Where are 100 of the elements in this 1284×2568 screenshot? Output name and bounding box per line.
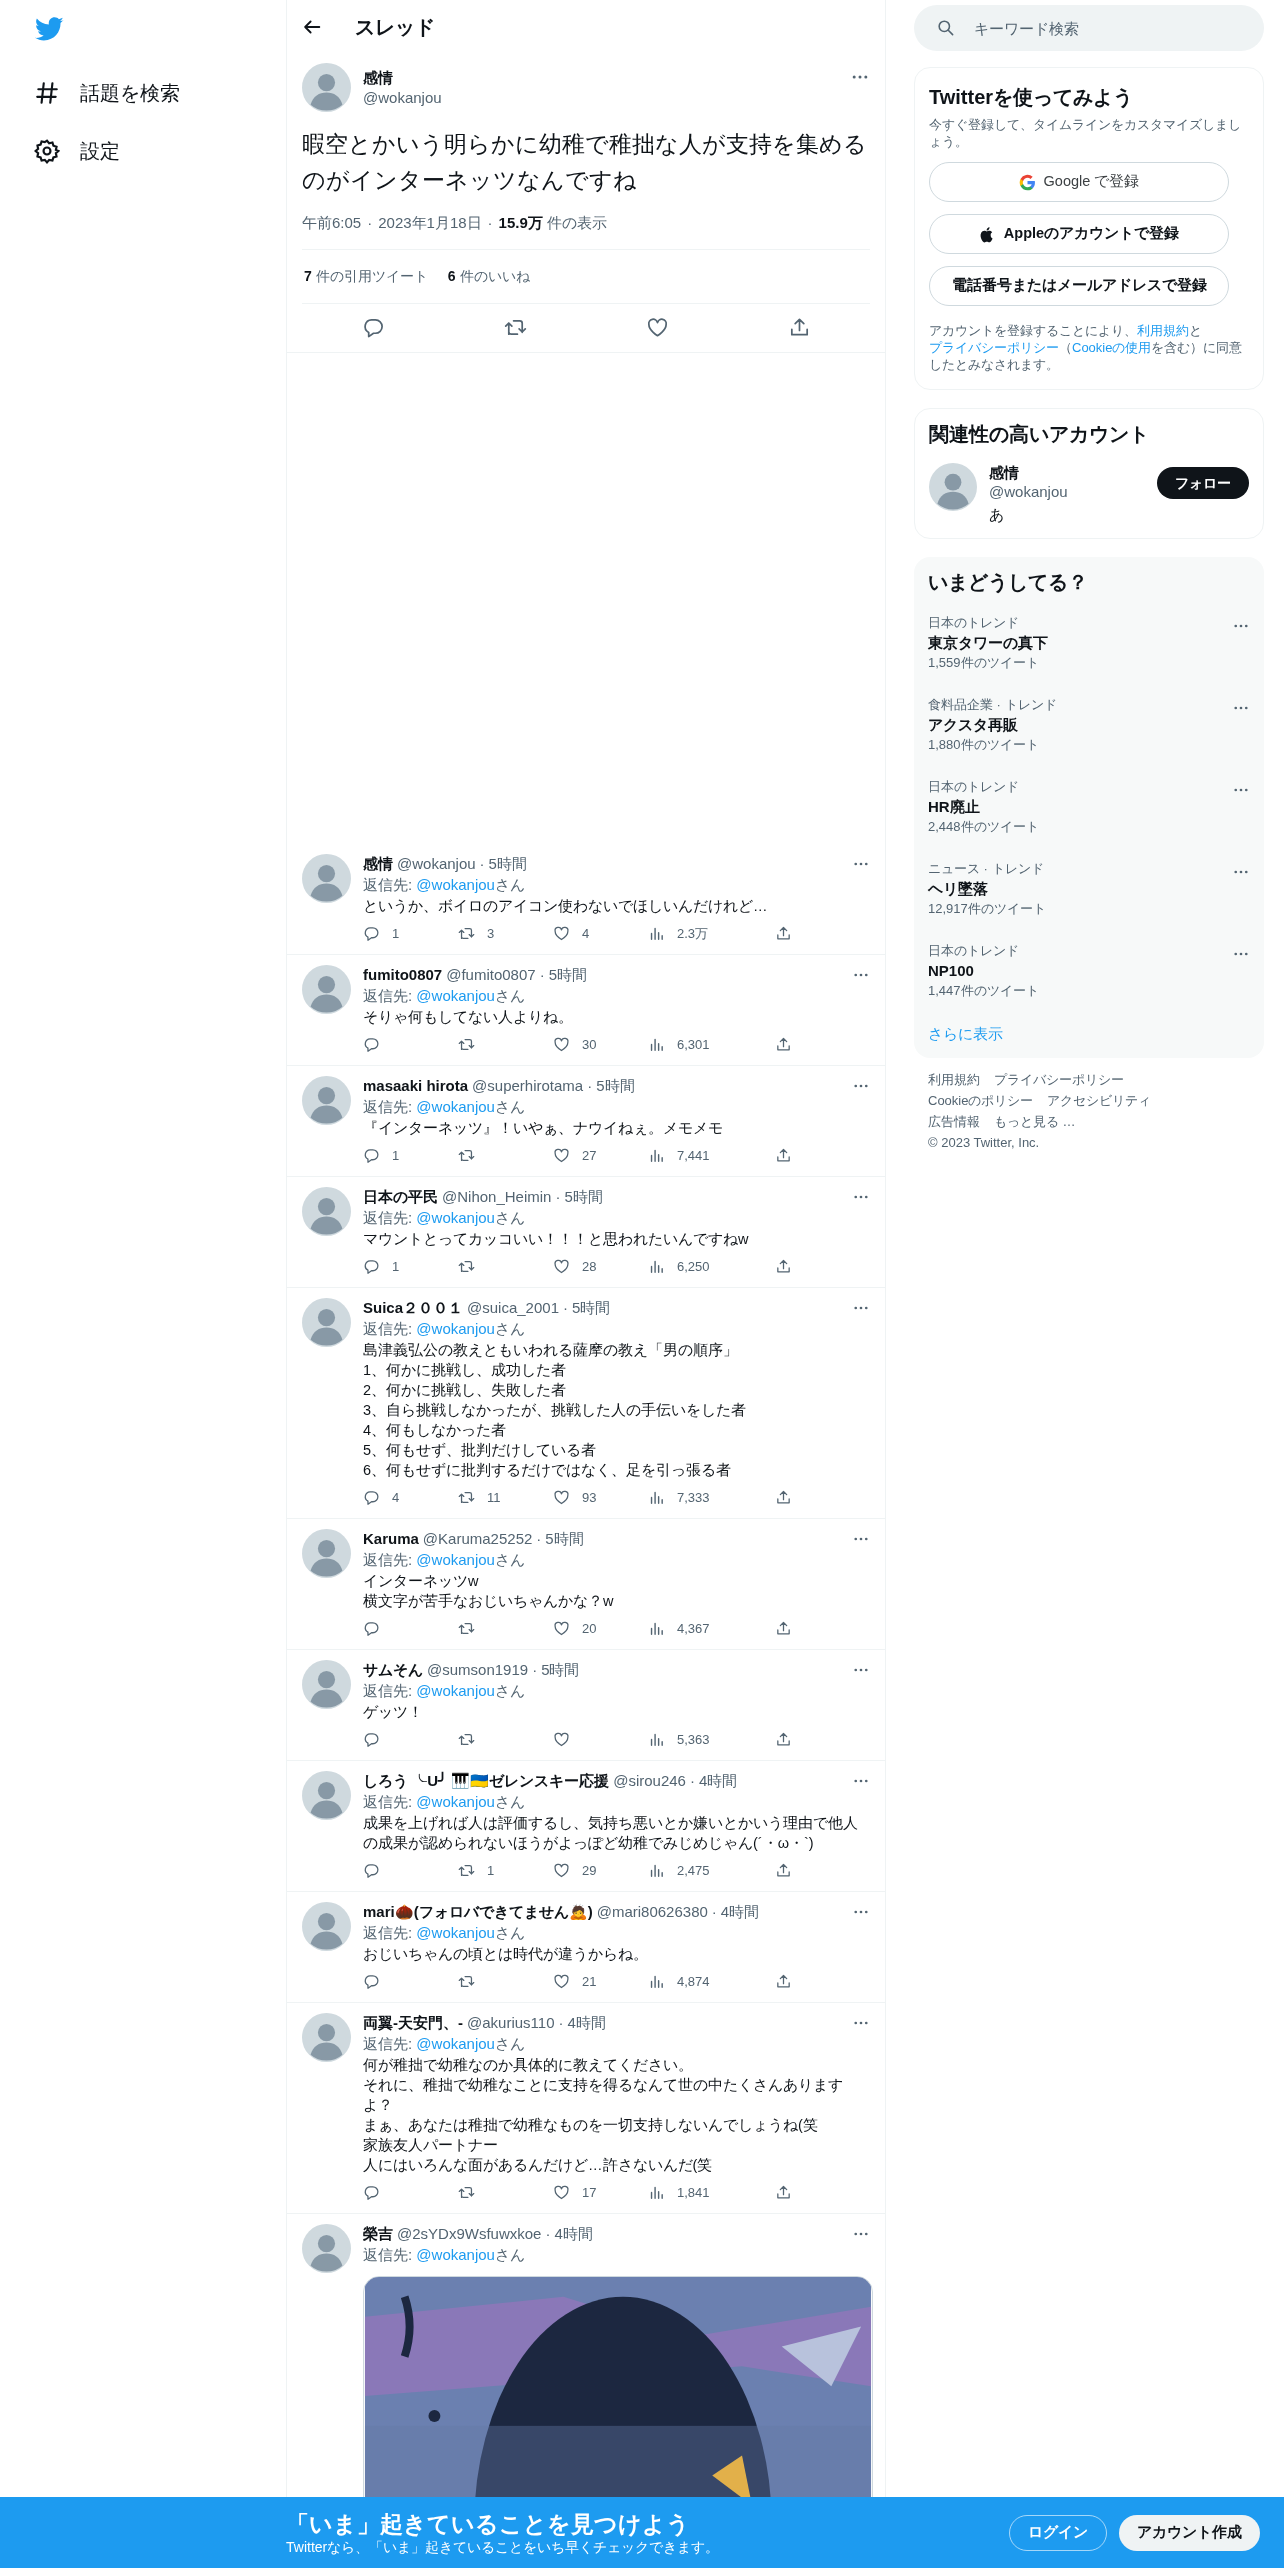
account-name[interactable]: 感情 bbox=[989, 463, 1019, 482]
reply-button[interactable] bbox=[363, 1862, 380, 1879]
author-name[interactable]: サムそん bbox=[363, 1659, 423, 1680]
share-icon[interactable] bbox=[775, 2184, 792, 2201]
reply-button[interactable]: 1 bbox=[363, 1145, 400, 1166]
quote-tweets-link[interactable]: 7 件の引用ツイート bbox=[304, 265, 428, 287]
like-button[interactable]: 27 bbox=[553, 1145, 597, 1166]
reply-button[interactable] bbox=[363, 1620, 380, 1637]
retweet-button[interactable] bbox=[458, 1973, 475, 1990]
like-icon[interactable] bbox=[645, 316, 669, 339]
views-button[interactable]: 2,475 bbox=[648, 1860, 710, 1881]
author-name[interactable]: Karuma bbox=[363, 1528, 419, 1549]
footer-link[interactable]: もっと見る … bbox=[994, 1111, 1076, 1131]
reply-icon[interactable] bbox=[361, 316, 385, 339]
retweet-button[interactable] bbox=[458, 1620, 475, 1637]
views-button[interactable]: 5,363 bbox=[648, 1729, 710, 1750]
share-icon[interactable] bbox=[775, 925, 792, 942]
footer-link[interactable]: プライバシーポリシー bbox=[994, 1069, 1124, 1089]
tweet-time[interactable]: 5時間 bbox=[488, 853, 527, 874]
retweet-button[interactable]: 11 bbox=[458, 1487, 501, 1508]
like-button[interactable] bbox=[553, 1731, 570, 1748]
author-name[interactable]: 両翼-天安門、- bbox=[363, 2012, 463, 2033]
tweet-time[interactable]: 4時間 bbox=[554, 2223, 593, 2244]
trend-item[interactable]: 日本のトレンド 東京タワーの真下 1,559件のツイート bbox=[914, 605, 1264, 687]
share-icon[interactable] bbox=[775, 1862, 792, 1879]
tweet-time[interactable]: 5時間 bbox=[572, 1297, 611, 1318]
share-icon[interactable] bbox=[775, 1620, 792, 1637]
trend-item[interactable]: 日本のトレンド NP100 1,447件のツイート bbox=[914, 933, 1264, 1015]
views-button[interactable]: 4,367 bbox=[648, 1618, 710, 1639]
tweet-date[interactable]: 2023年1月18日 bbox=[378, 212, 482, 235]
views-button[interactable]: 7,441 bbox=[648, 1145, 710, 1166]
share-icon[interactable] bbox=[775, 1731, 792, 1748]
author-handle[interactable]: @wokanjou bbox=[363, 87, 442, 108]
tweet-time[interactable]: 午前6:05 bbox=[302, 212, 362, 235]
like-button[interactable]: 28 bbox=[553, 1256, 597, 1277]
retweet-button[interactable] bbox=[458, 1036, 475, 1053]
views-button[interactable]: 2.3万 bbox=[648, 923, 709, 944]
share-icon[interactable] bbox=[775, 1489, 792, 1506]
share-icon[interactable] bbox=[775, 1036, 792, 1053]
author-handle[interactable]: @sumson1919 bbox=[427, 1659, 529, 1680]
author-handle[interactable]: @fumito0807 bbox=[446, 964, 536, 985]
reply-button[interactable]: 1 bbox=[363, 1256, 400, 1277]
like-button[interactable]: 29 bbox=[553, 1860, 597, 1881]
likes-link[interactable]: 6 件のいいね bbox=[447, 265, 530, 287]
footer-link[interactable]: 利用規約 bbox=[928, 1069, 980, 1089]
author-handle[interactable]: @sirou246 bbox=[613, 1770, 686, 1791]
author-name[interactable]: Suica２００１ bbox=[363, 1297, 464, 1318]
like-button[interactable]: 4 bbox=[553, 923, 590, 944]
tweet-time[interactable]: 5時間 bbox=[548, 964, 587, 985]
trend-item[interactable]: 食料品企業 · トレンド アクスタ再販 1,880件のツイート bbox=[914, 687, 1264, 769]
tweet-time[interactable]: 4時間 bbox=[720, 1901, 760, 1922]
signup-button[interactable]: アカウント作成 bbox=[1119, 2514, 1260, 2551]
like-button[interactable]: 30 bbox=[553, 1034, 597, 1055]
retweet-button[interactable] bbox=[458, 1147, 475, 1164]
views-button[interactable]: 1,841 bbox=[648, 2182, 710, 2203]
footer-link[interactable]: Cookieのポリシー bbox=[928, 1090, 1034, 1110]
author-name[interactable]: しろう ╰U╯ 🎹🇺🇦ゼレンスキー応援 bbox=[363, 1770, 610, 1791]
tweet-time[interactable]: 4時間 bbox=[567, 2012, 606, 2033]
share-icon[interactable] bbox=[775, 1258, 792, 1275]
author-name[interactable]: masaaki hirota bbox=[363, 1075, 469, 1096]
footer-link[interactable]: 広告情報 bbox=[928, 1111, 980, 1131]
follow-button[interactable]: フォロー bbox=[1157, 467, 1249, 499]
footer-link[interactable]: アクセシビリティ bbox=[1047, 1090, 1152, 1110]
search-field[interactable]: キーワード検索 bbox=[914, 5, 1264, 51]
views-button[interactable]: 6,301 bbox=[648, 1034, 710, 1055]
author-handle[interactable]: @Karuma25252 bbox=[422, 1528, 533, 1549]
author-handle[interactable]: @suica_2001 bbox=[467, 1297, 559, 1318]
like-button[interactable]: 21 bbox=[553, 1971, 597, 1992]
author-handle[interactable]: @2sYDx9Wsfuwxkoe bbox=[397, 2223, 542, 2244]
account-handle[interactable]: @wokanjou bbox=[989, 482, 1068, 501]
trend-item[interactable]: 日本のトレンド HR廃止 2,448件のツイート bbox=[914, 769, 1264, 851]
reply-button[interactable]: 4 bbox=[363, 1487, 400, 1508]
author-name[interactable]: mari🌰(フォロバできてません🙇) bbox=[363, 1901, 593, 1922]
retweet-button[interactable] bbox=[458, 1731, 475, 1748]
tweet-time[interactable]: 5時間 bbox=[545, 1528, 584, 1549]
views-button[interactable]: 4,874 bbox=[648, 1971, 710, 1992]
author-handle[interactable]: @wokanjou bbox=[397, 853, 476, 874]
author-handle[interactable]: @akurius110 bbox=[467, 2012, 555, 2033]
author-name[interactable]: 感情 bbox=[363, 67, 393, 88]
reply-button[interactable] bbox=[363, 2184, 380, 2201]
views-button[interactable]: 6,250 bbox=[648, 1256, 710, 1277]
retweet-button[interactable]: 3 bbox=[458, 923, 495, 944]
share-icon[interactable] bbox=[775, 1973, 792, 1990]
share-icon[interactable] bbox=[775, 1147, 792, 1164]
nav-link[interactable]: 設定 bbox=[22, 122, 132, 180]
tweet-time[interactable]: 5時間 bbox=[596, 1075, 635, 1096]
author-name[interactable]: fumito0807 bbox=[363, 964, 443, 985]
author-name[interactable]: 日本の平民 bbox=[363, 1186, 438, 1207]
author-handle[interactable]: @superhirotama bbox=[472, 1075, 584, 1096]
reply-button[interactable] bbox=[363, 1973, 380, 1990]
retweet-button[interactable]: 1 bbox=[458, 1860, 495, 1881]
tweet-time[interactable]: 5時間 bbox=[541, 1659, 580, 1680]
like-button[interactable]: 20 bbox=[553, 1618, 597, 1639]
like-button[interactable]: 17 bbox=[553, 2182, 597, 2203]
views-button[interactable]: 7,333 bbox=[648, 1487, 710, 1508]
tweet-time[interactable]: 5時間 bbox=[564, 1186, 603, 1207]
tweet-time[interactable]: 4時間 bbox=[698, 1770, 738, 1791]
author-name[interactable]: 榮吉 bbox=[363, 2223, 393, 2244]
author-name[interactable]: 感情 bbox=[363, 853, 393, 874]
author-handle[interactable]: @Nihon_Heimin bbox=[442, 1186, 552, 1207]
